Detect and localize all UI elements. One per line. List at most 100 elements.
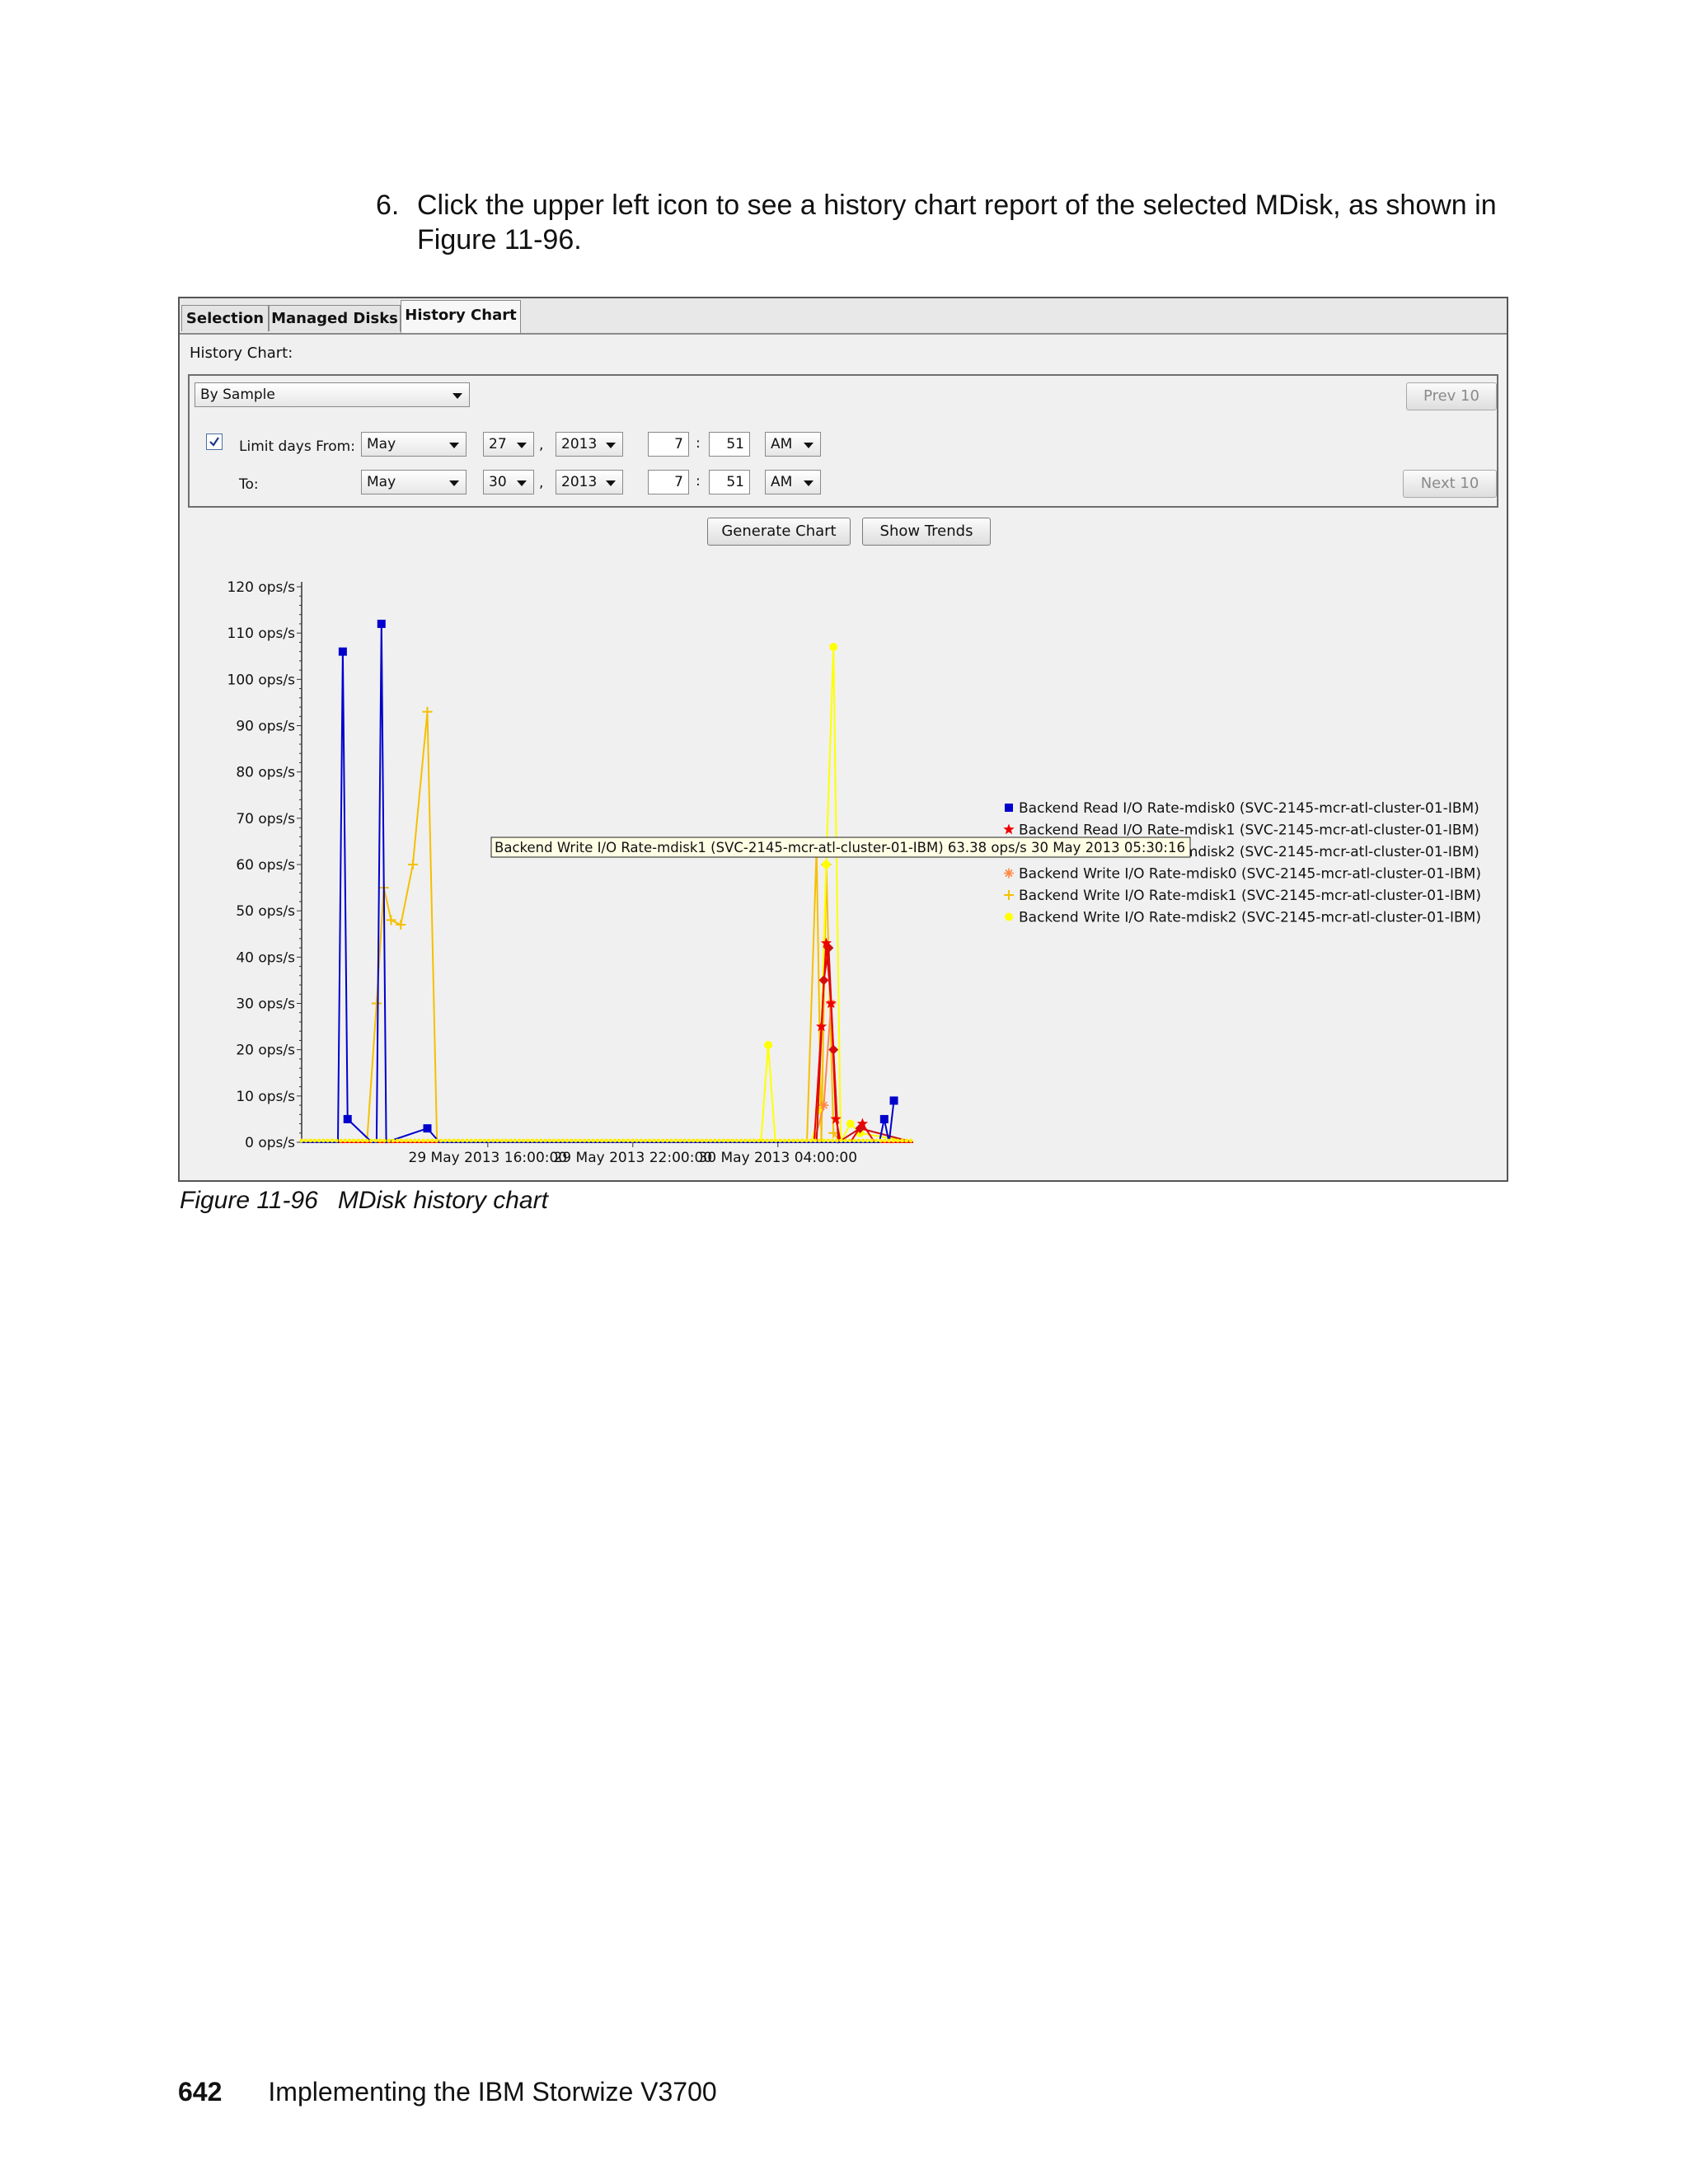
- baseline-sample-point: [882, 1138, 887, 1143]
- baseline-sample-point: [425, 1138, 430, 1143]
- baseline-sample-point: [874, 1138, 879, 1143]
- baseline-sample-point: [391, 1138, 396, 1143]
- baseline-sample-point: [347, 1138, 352, 1143]
- baseline-sample-point: [460, 1138, 465, 1143]
- legend-marker-1: [1005, 804, 1013, 812]
- series-point-1: [423, 1124, 432, 1133]
- series-point-5: [407, 860, 418, 869]
- baseline-sample-point: [395, 1138, 400, 1143]
- baseline-sample-point: [382, 1138, 387, 1143]
- baseline-sample-point: [843, 1138, 848, 1143]
- baseline-sample-point: [626, 1138, 631, 1143]
- baseline-sample-point: [778, 1138, 783, 1143]
- legend-entry-5: Backend Write I/O Rate-mdisk1 (SVC-2145-…: [1019, 888, 1481, 904]
- baseline-sample-point: [687, 1138, 692, 1143]
- baseline-sample-point: [599, 1138, 604, 1143]
- baseline-sample-point: [791, 1138, 795, 1143]
- baseline-sample-point: [316, 1138, 321, 1143]
- baseline-sample-point: [891, 1138, 896, 1143]
- baseline-sample-point: [547, 1138, 552, 1143]
- y-tick-label: 50 ops/s: [236, 903, 295, 920]
- baseline-sample-point: [708, 1138, 713, 1143]
- baseline-sample-point: [904, 1138, 909, 1143]
- baseline-sample-point: [351, 1138, 356, 1143]
- baseline-sample-point: [495, 1138, 499, 1143]
- baseline-sample-point: [364, 1138, 369, 1143]
- x-tick-label: 29 May 2013 16:00:00: [409, 1150, 568, 1166]
- legend-marker-4: [1004, 868, 1014, 879]
- baseline-sample-point: [482, 1138, 487, 1143]
- baseline-sample-point: [612, 1138, 617, 1143]
- baseline-sample-point: [356, 1138, 361, 1143]
- baseline-sample-point: [499, 1138, 504, 1143]
- baseline-sample-point: [795, 1138, 800, 1143]
- baseline-sample-point: [621, 1138, 626, 1143]
- legend-entry-4: Backend Write I/O Rate-mdisk0 (SVC-2145-…: [1019, 866, 1481, 883]
- baseline-sample-point: [856, 1138, 861, 1143]
- baseline-sample-point: [895, 1138, 900, 1143]
- series-line-5: [302, 711, 913, 1143]
- baseline-sample-point: [591, 1138, 596, 1143]
- series-point-1: [343, 1114, 352, 1123]
- book-title: Implementing the IBM Storwize V3700: [268, 2077, 717, 2107]
- baseline-sample-point: [652, 1138, 657, 1143]
- baseline-sample-point: [799, 1138, 804, 1143]
- baseline-sample-point: [704, 1138, 709, 1143]
- baseline-sample-point: [669, 1138, 674, 1143]
- baseline-sample-point: [574, 1138, 578, 1143]
- history-line-chart: 0 ops/s 10 ops/s 20 ops/s 30 ops/s 40 ops/s 5…: [227, 579, 1481, 1166]
- baseline-sample-point: [543, 1138, 548, 1143]
- baseline-sample-point: [774, 1138, 778, 1143]
- baseline-sample-point: [660, 1138, 665, 1143]
- baseline-sample-point: [521, 1138, 526, 1143]
- y-tick-label: 40 ops/s: [236, 949, 295, 966]
- y-tick-label: 80 ops/s: [236, 765, 295, 781]
- baseline-sample-point: [303, 1138, 308, 1143]
- baseline-sample-point: [865, 1138, 870, 1143]
- baseline-sample-point: [330, 1138, 335, 1143]
- baseline-sample-point: [643, 1138, 648, 1143]
- baseline-sample-point: [635, 1138, 639, 1143]
- baseline-sample-point: [834, 1138, 839, 1143]
- baseline-sample-point: [486, 1138, 491, 1143]
- baseline-sample-point: [387, 1138, 391, 1143]
- baseline-sample-point: [490, 1138, 495, 1143]
- series-point-1: [377, 619, 386, 628]
- baseline-sample-point: [738, 1138, 743, 1143]
- baseline-sample-point: [717, 1138, 722, 1143]
- y-tick-label: 90 ops/s: [236, 719, 295, 735]
- baseline-sample-point: [369, 1138, 373, 1143]
- baseline-sample-point: [456, 1138, 461, 1143]
- baseline-sample-point: [504, 1138, 509, 1143]
- baseline-sample-point: [678, 1138, 682, 1143]
- series-point-1: [879, 1114, 889, 1123]
- baseline-sample-point: [604, 1138, 608, 1143]
- baseline-sample-point: [513, 1138, 518, 1143]
- baseline-sample-point: [908, 1138, 913, 1143]
- baseline-sample-point: [752, 1138, 757, 1143]
- series-line-1: [302, 623, 895, 1144]
- baseline-sample-point: [839, 1138, 844, 1143]
- series-point-6: [822, 860, 831, 869]
- baseline-sample-point: [782, 1138, 787, 1143]
- baseline-sample-point: [508, 1138, 513, 1143]
- y-tick-label: 30 ops/s: [236, 996, 295, 1013]
- page-footer: 642 Implementing the IBM Storwize V3700: [178, 2077, 717, 2107]
- y-tick-label: 110 ops/s: [227, 626, 296, 642]
- x-tick-label: 30 May 2013 04:00:00: [698, 1150, 857, 1166]
- baseline-sample-point: [308, 1138, 312, 1143]
- y-tick-label: 20 ops/s: [236, 1043, 295, 1059]
- baseline-sample-point: [695, 1138, 700, 1143]
- baseline-sample-point: [377, 1138, 382, 1143]
- baseline-sample-point: [656, 1138, 661, 1143]
- baseline-sample-point: [538, 1138, 543, 1143]
- baseline-sample-point: [452, 1138, 457, 1143]
- series-point-1: [889, 1096, 898, 1105]
- series-point-1: [338, 647, 347, 656]
- figure-number: Figure 11-96: [180, 1187, 318, 1214]
- baseline-sample-point: [639, 1138, 644, 1143]
- legend-entry-6: Backend Write I/O Rate-mdisk2 (SVC-2145-…: [1019, 910, 1481, 926]
- baseline-sample-point: [725, 1138, 730, 1143]
- baseline-sample-point: [665, 1138, 669, 1143]
- baseline-sample-point: [299, 1138, 304, 1143]
